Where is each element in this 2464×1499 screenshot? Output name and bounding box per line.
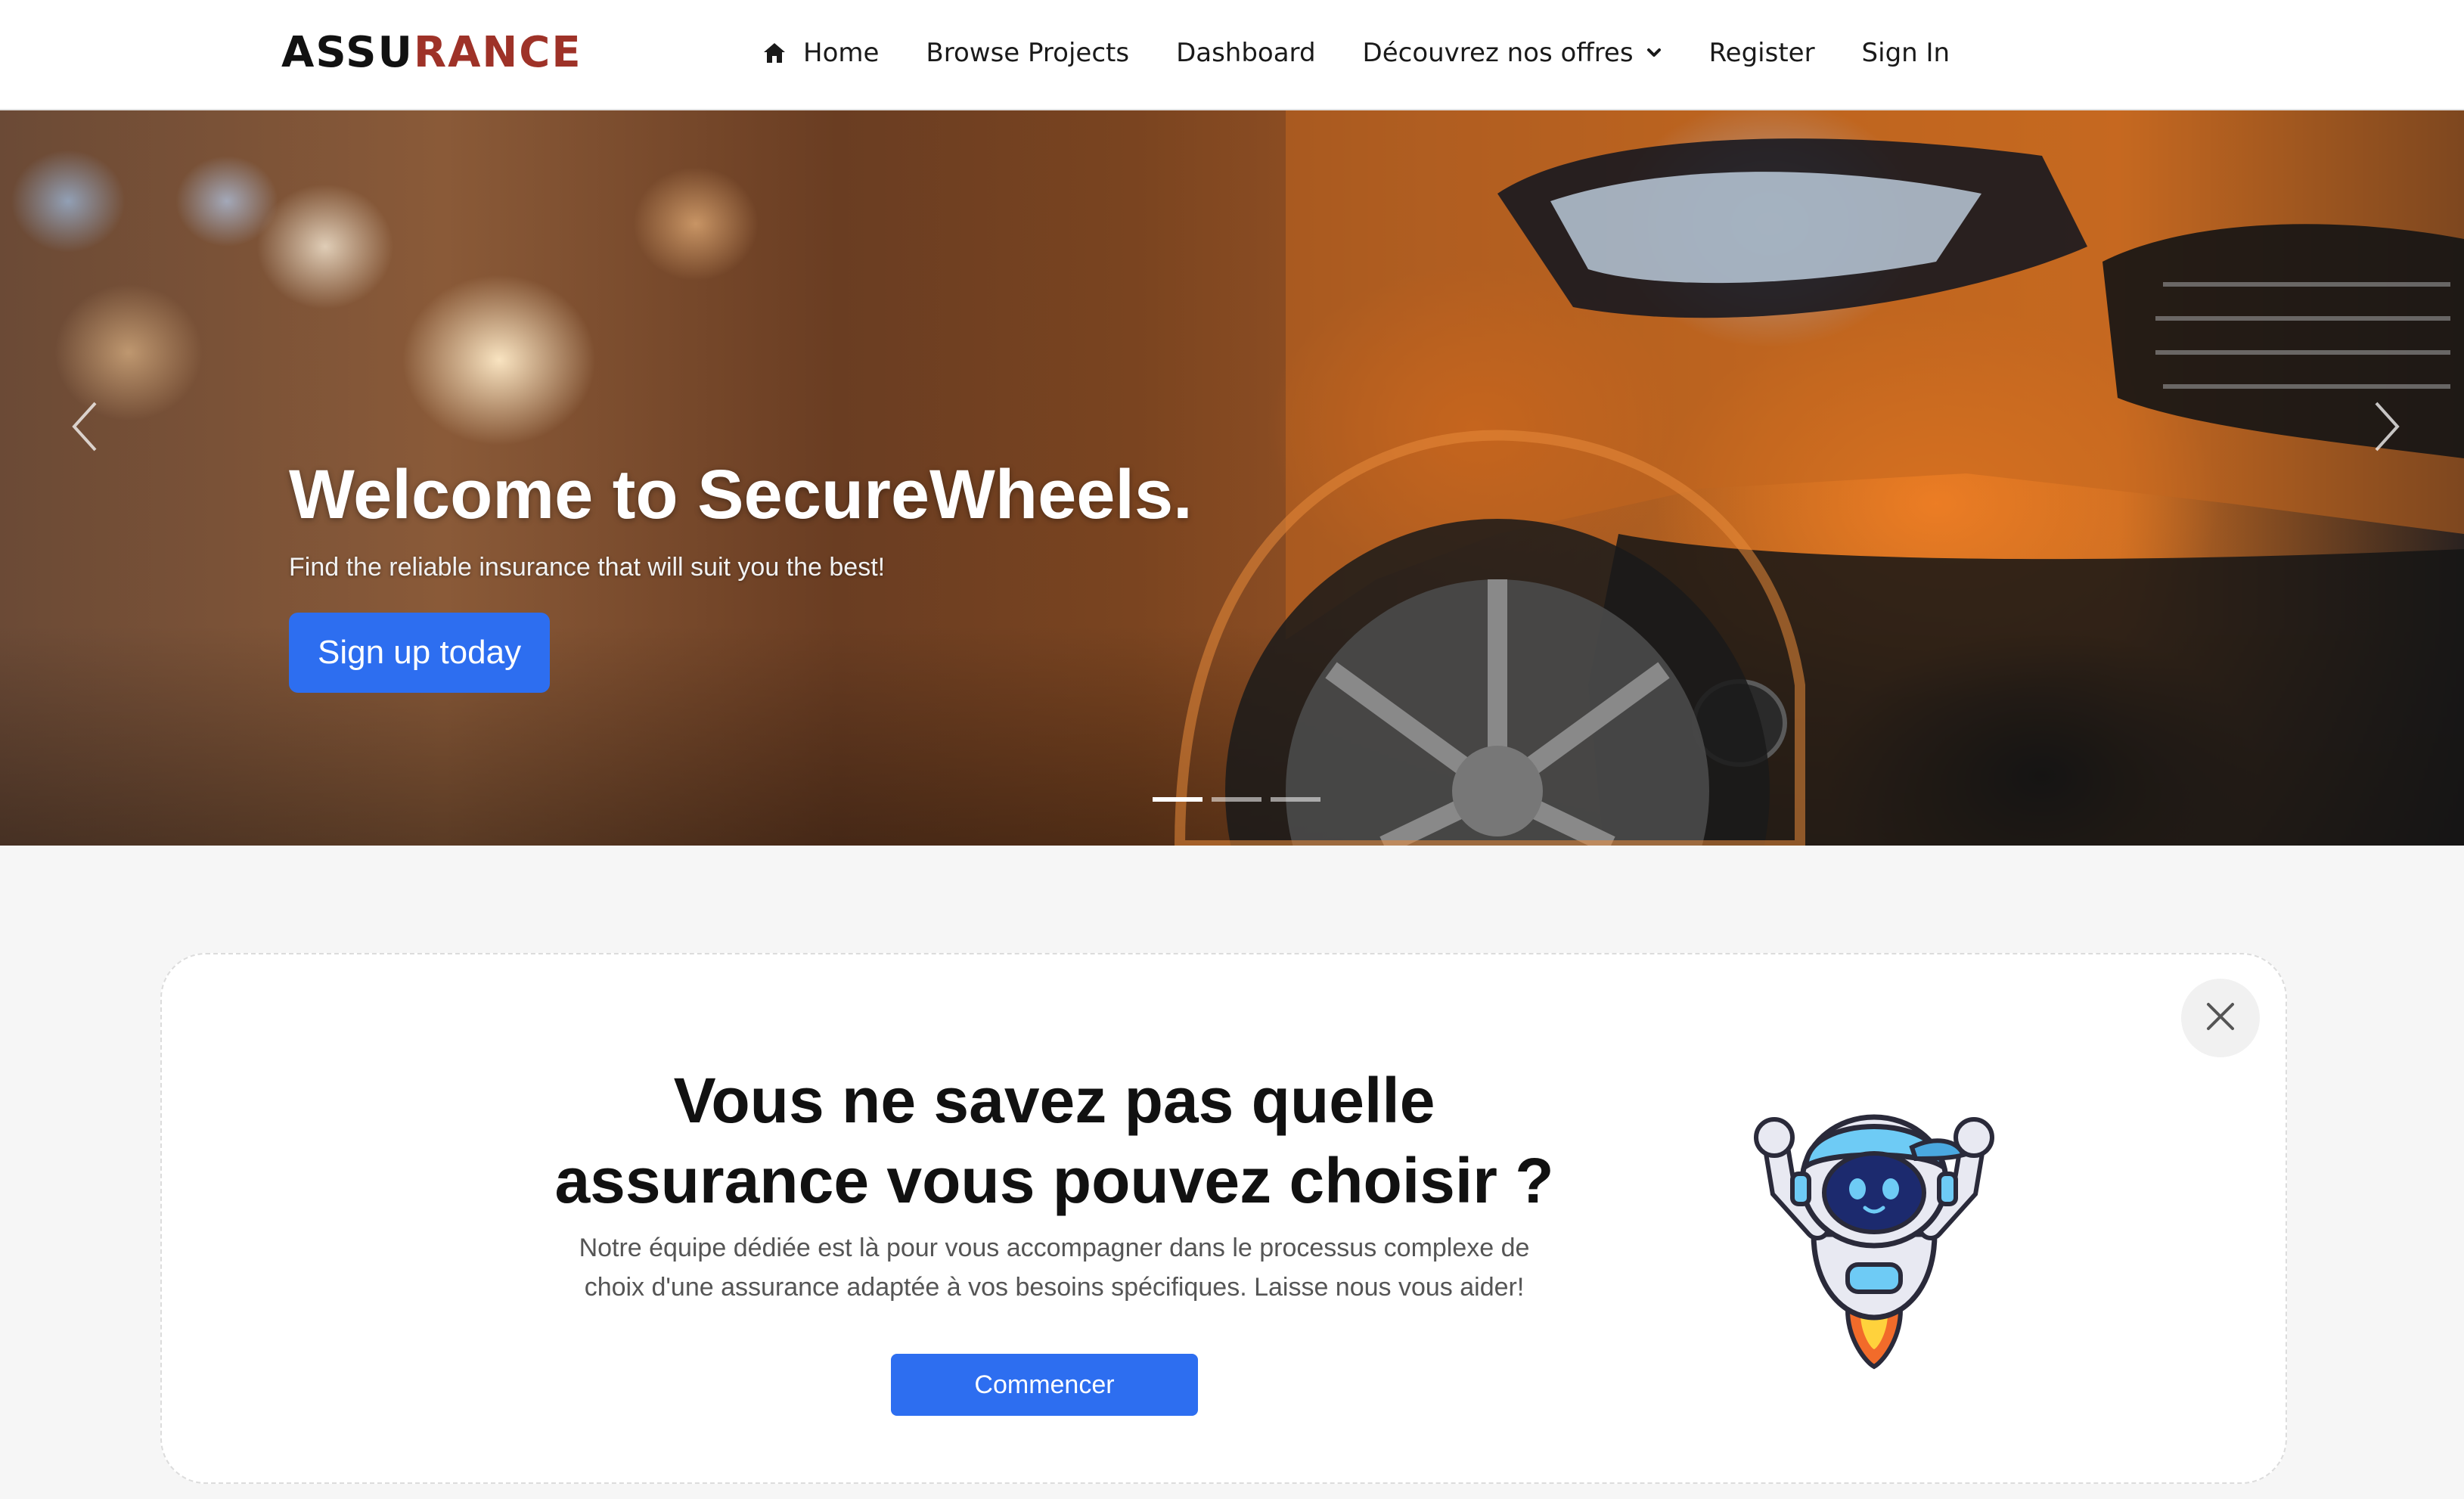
carousel-next-button[interactable] <box>2364 390 2410 466</box>
commencer-button[interactable]: Commencer <box>891 1354 1198 1416</box>
carousel-indicator-1[interactable] <box>1153 797 1203 802</box>
nav-item-home[interactable]: Home <box>762 38 879 68</box>
brand-logo[interactable]: ASSURANCE <box>281 26 582 80</box>
sign-up-button[interactable]: Sign up today <box>289 613 551 694</box>
carousel-indicator-2[interactable] <box>1212 797 1261 802</box>
hero-title: Welcome to SecureWheels. <box>289 456 1193 533</box>
help-text-block: Vous ne savez pas quelle assurance vous … <box>525 1060 1584 1307</box>
help-description-line2: choix d'une assurance adaptée à vos beso… <box>584 1273 1525 1302</box>
robot-mascot-icon <box>1723 1083 2025 1370</box>
nav-item-sign-in[interactable]: Sign In <box>1862 38 1950 68</box>
nav-item-register-label: Register <box>1708 38 1815 68</box>
nav-item-dashboard[interactable]: Dashboard <box>1176 38 1315 68</box>
nav-item-dashboard-label: Dashboard <box>1176 38 1316 68</box>
carousel-indicator-3[interactable] <box>1271 797 1320 802</box>
help-title-line2: assurance vous pouvez choisir ? <box>554 1145 1554 1216</box>
chevron-left-icon <box>70 400 100 457</box>
nav-item-browse-projects[interactable]: Browse Projects <box>926 38 1129 68</box>
nav-item-browse-projects-label: Browse Projects <box>926 38 1130 68</box>
navbar: ASSURANCE Home Browse Projects Dashboard… <box>0 0 2464 110</box>
main-nav: Home Browse Projects Dashboard Découvrez… <box>762 30 1950 76</box>
help-title: Vous ne savez pas quelle assurance vous … <box>525 1060 1584 1221</box>
home-icon <box>762 42 787 64</box>
help-description-line1: Notre équipe dédiée est là pour vous acc… <box>579 1234 1530 1262</box>
carousel-prev-button[interactable] <box>62 390 107 466</box>
help-title-line1: Vous ne savez pas quelle <box>673 1065 1435 1136</box>
brand-logo-part2: RANCE <box>413 28 582 77</box>
carousel-indicators <box>1153 797 1330 802</box>
brand-logo-part1: ASSU <box>281 28 414 77</box>
nav-item-offers-dropdown[interactable]: Découvrez nos offres <box>1363 38 1662 68</box>
chevron-right-icon <box>2372 400 2402 457</box>
nav-item-sign-in-label: Sign In <box>1861 38 1950 68</box>
chevron-down-icon <box>1646 47 1662 59</box>
insurance-help-card: Vous ne savez pas quelle assurance vous … <box>160 953 2287 1484</box>
help-description: Notre équipe dédiée est là pour vous acc… <box>525 1228 1584 1307</box>
hero-subtitle: Find the reliable insurance that will su… <box>289 553 886 582</box>
hero-carousel: Welcome to SecureWheels. Find the reliab… <box>0 110 2464 846</box>
close-card-button[interactable] <box>2181 979 2260 1057</box>
close-icon <box>2205 1001 2236 1035</box>
nav-item-home-label: Home <box>803 38 880 68</box>
nav-item-offers-label: Découvrez nos offres <box>1362 38 1634 68</box>
nav-item-register[interactable]: Register <box>1709 38 1815 68</box>
hero-caption: Welcome to SecureWheels. Find the reliab… <box>289 456 1193 694</box>
